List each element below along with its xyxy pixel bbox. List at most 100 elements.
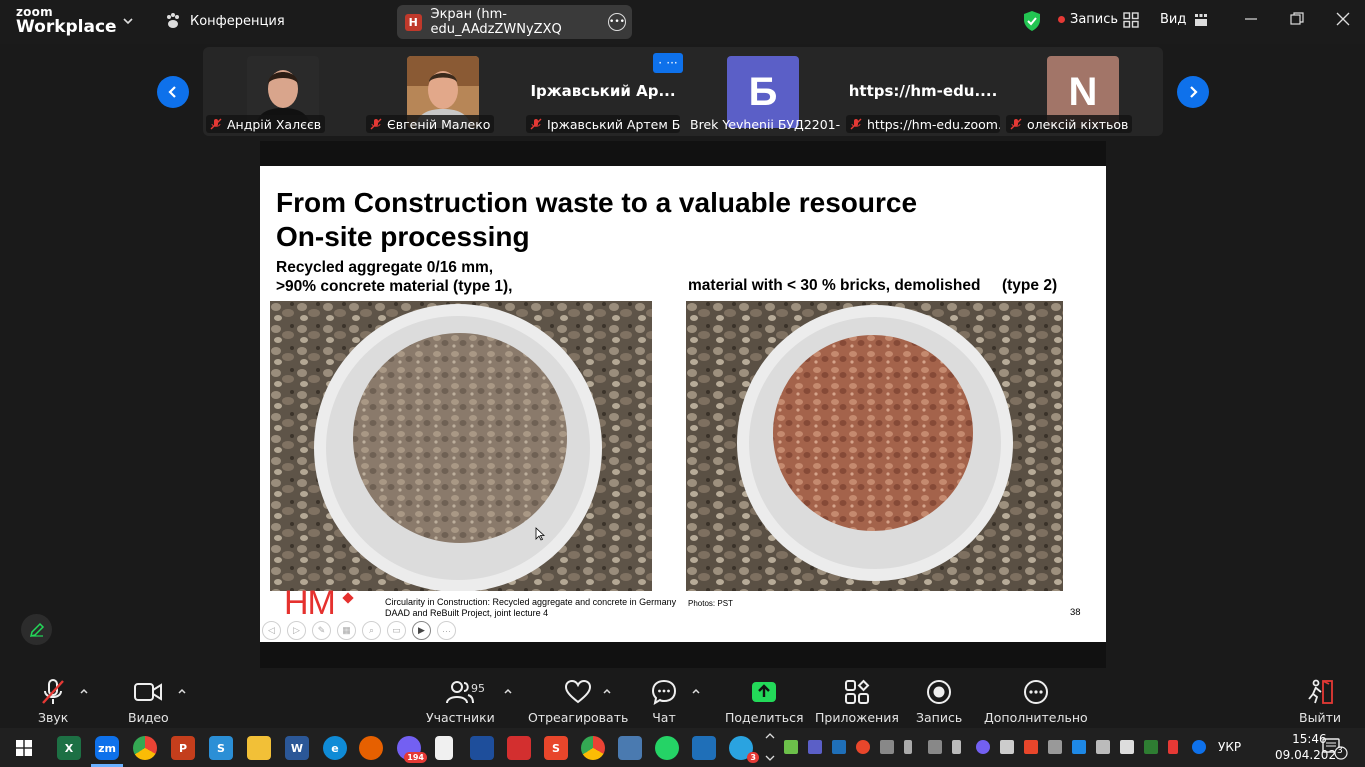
gallery-next-button[interactable] [1177, 76, 1209, 108]
right-caption: material with < 30 % bricks, demolished … [688, 277, 1058, 294]
whatsapp-icon[interactable] [655, 736, 679, 760]
meeting-label: Конференция [190, 13, 285, 29]
sway-icon[interactable]: S [209, 736, 233, 760]
apps-button[interactable]: Приложения [815, 678, 899, 725]
chevron-up-icon[interactable] [79, 686, 89, 696]
leave-door-icon [1308, 679, 1333, 704]
zoom-workplace-logo: zoom Workplace [16, 6, 117, 36]
gallery-prev-button[interactable] [157, 76, 189, 108]
firefox-icon[interactable] [359, 736, 383, 760]
zoom-tray-icon[interactable] [1192, 740, 1206, 754]
powerpoint-icon[interactable]: P [171, 736, 195, 760]
chrome-icon[interactable] [133, 736, 157, 760]
close-icon[interactable] [1336, 12, 1350, 26]
document-icon[interactable] [435, 736, 453, 760]
more-icon[interactable]: ••• [608, 13, 626, 31]
chat-button[interactable]: Чат [651, 678, 677, 725]
participant-name: Євгеній Малеко [387, 116, 491, 132]
participant-tile[interactable]: ··· Б Brek Yevhenii БУД2201-2 [661, 47, 843, 136]
more-options-icon[interactable]: ··· [437, 621, 456, 640]
file-explorer-icon[interactable] [247, 736, 271, 760]
share-screen-tab[interactable]: H Экран (hm-edu_AAdzZWNyZXQ ••• [397, 5, 632, 39]
edge-icon[interactable]: e [323, 736, 347, 760]
video-button[interactable]: Видео [128, 678, 169, 725]
chrome-profile-icon[interactable] [581, 736, 605, 760]
minimize-icon[interactable] [1244, 12, 1258, 26]
tray-app-icon[interactable] [880, 740, 894, 754]
viber-icon[interactable]: 194 [397, 736, 427, 763]
volume-icon[interactable] [1120, 740, 1134, 754]
participant-tile[interactable]: Євгеній Малеко [363, 47, 523, 136]
telegram-badge: 3 [747, 752, 759, 763]
apps-grid-icon[interactable] [1123, 12, 1139, 28]
prev-slide-icon[interactable]: ◁ [262, 621, 281, 640]
recording-label: Запись [1070, 12, 1119, 27]
windows-start-icon[interactable] [16, 740, 32, 756]
subtitles-icon[interactable]: ▭ [387, 621, 406, 640]
next-slide-icon[interactable]: ▷ [287, 621, 306, 640]
tray-slides-icon[interactable] [1024, 740, 1038, 754]
leave-button[interactable]: Выйти [1299, 678, 1341, 725]
archive-icon[interactable] [618, 736, 642, 760]
app-red-icon[interactable] [507, 736, 531, 760]
viber-tray-icon[interactable] [976, 740, 990, 754]
telegram-icon[interactable]: 3 [729, 736, 759, 763]
zoom-icon[interactable]: ⌕ [362, 621, 381, 640]
pen-icon[interactable]: ✎ [312, 621, 331, 640]
participant-tile[interactable]: N олексій кіхтьов [1003, 47, 1163, 136]
react-label: Отреагировать [528, 710, 629, 725]
recording-indicator[interactable]: Запись [1058, 12, 1118, 27]
restore-icon[interactable] [1290, 12, 1304, 26]
mic-muted-icon [1010, 118, 1022, 130]
microphone-tray-icon[interactable] [904, 740, 912, 754]
zoom-taskbar-icon[interactable]: zm [95, 736, 119, 760]
tray-expand-icon[interactable] [764, 730, 776, 764]
slides-grid-icon[interactable]: ▦ [337, 621, 356, 640]
excel-icon[interactable]: X [57, 736, 81, 760]
participant-name: олексій кіхтьов [1027, 116, 1129, 132]
tray-app-icon[interactable] [928, 740, 942, 754]
participant-tile[interactable]: https://hm-edu.... https://hm-edu.zoom..… [843, 47, 1003, 136]
tray-app-icon[interactable] [856, 740, 870, 754]
tray-app-icon[interactable] [1072, 740, 1086, 754]
chevron-up-icon[interactable] [691, 686, 701, 696]
tray-check-icon[interactable] [784, 740, 798, 754]
participant-nametag: Андрій Халєєв [206, 115, 326, 133]
react-button[interactable]: Отреагировать [528, 678, 628, 725]
security-shield-icon[interactable] [1022, 10, 1042, 32]
presentation-slide: From Construction waste to a valuable re… [260, 166, 1106, 642]
tray-app-icon[interactable] [1144, 740, 1158, 754]
chevron-up-icon[interactable] [602, 686, 612, 696]
slide-page-number: 38 [1070, 607, 1081, 618]
keyboard-language[interactable]: УКР [1218, 740, 1241, 754]
chevron-up-icon[interactable] [503, 686, 513, 696]
share-screen-button[interactable]: Поделиться [725, 678, 804, 725]
app-blue-icon[interactable] [692, 736, 716, 760]
chevron-up-icon[interactable] [177, 686, 187, 696]
view-button[interactable]: Вид [1160, 12, 1208, 27]
annotate-button[interactable] [21, 614, 52, 645]
more-button[interactable]: Дополнительно [984, 678, 1088, 725]
notification-center-button[interactable]: 3 [1322, 738, 1348, 764]
tray-app-icon[interactable] [832, 740, 846, 754]
participant-tile[interactable]: ··· Іржавський Ар... Іржавський Артем БУ… [523, 47, 683, 136]
participant-big-name: https://hm-edu.... [848, 82, 998, 100]
record-button[interactable]: Запись [916, 678, 962, 725]
meeting-info-button[interactable]: Конференция [164, 12, 285, 30]
camera-icon[interactable]: ▶ [412, 621, 431, 640]
participant-tile[interactable]: Андрій Халєєв [203, 47, 363, 136]
participant-menu-button[interactable]: ··· [661, 53, 683, 73]
chevron-down-icon[interactable] [121, 14, 135, 28]
teams-tray-icon[interactable] [808, 740, 822, 754]
audio-button[interactable]: Звук [38, 678, 68, 725]
slides-app-icon[interactable]: S [544, 736, 568, 760]
video-label: Видео [128, 710, 169, 725]
speaker-muted-icon[interactable] [1168, 740, 1178, 754]
tray-app-icon[interactable] [1000, 740, 1014, 754]
hm-logo-mark [342, 592, 354, 604]
tray-app-icon[interactable] [1096, 740, 1110, 754]
save-disk-icon[interactable] [470, 736, 494, 760]
word-icon[interactable]: W [285, 736, 309, 760]
wifi-icon[interactable] [1048, 740, 1062, 754]
usb-tray-icon[interactable] [952, 740, 961, 754]
